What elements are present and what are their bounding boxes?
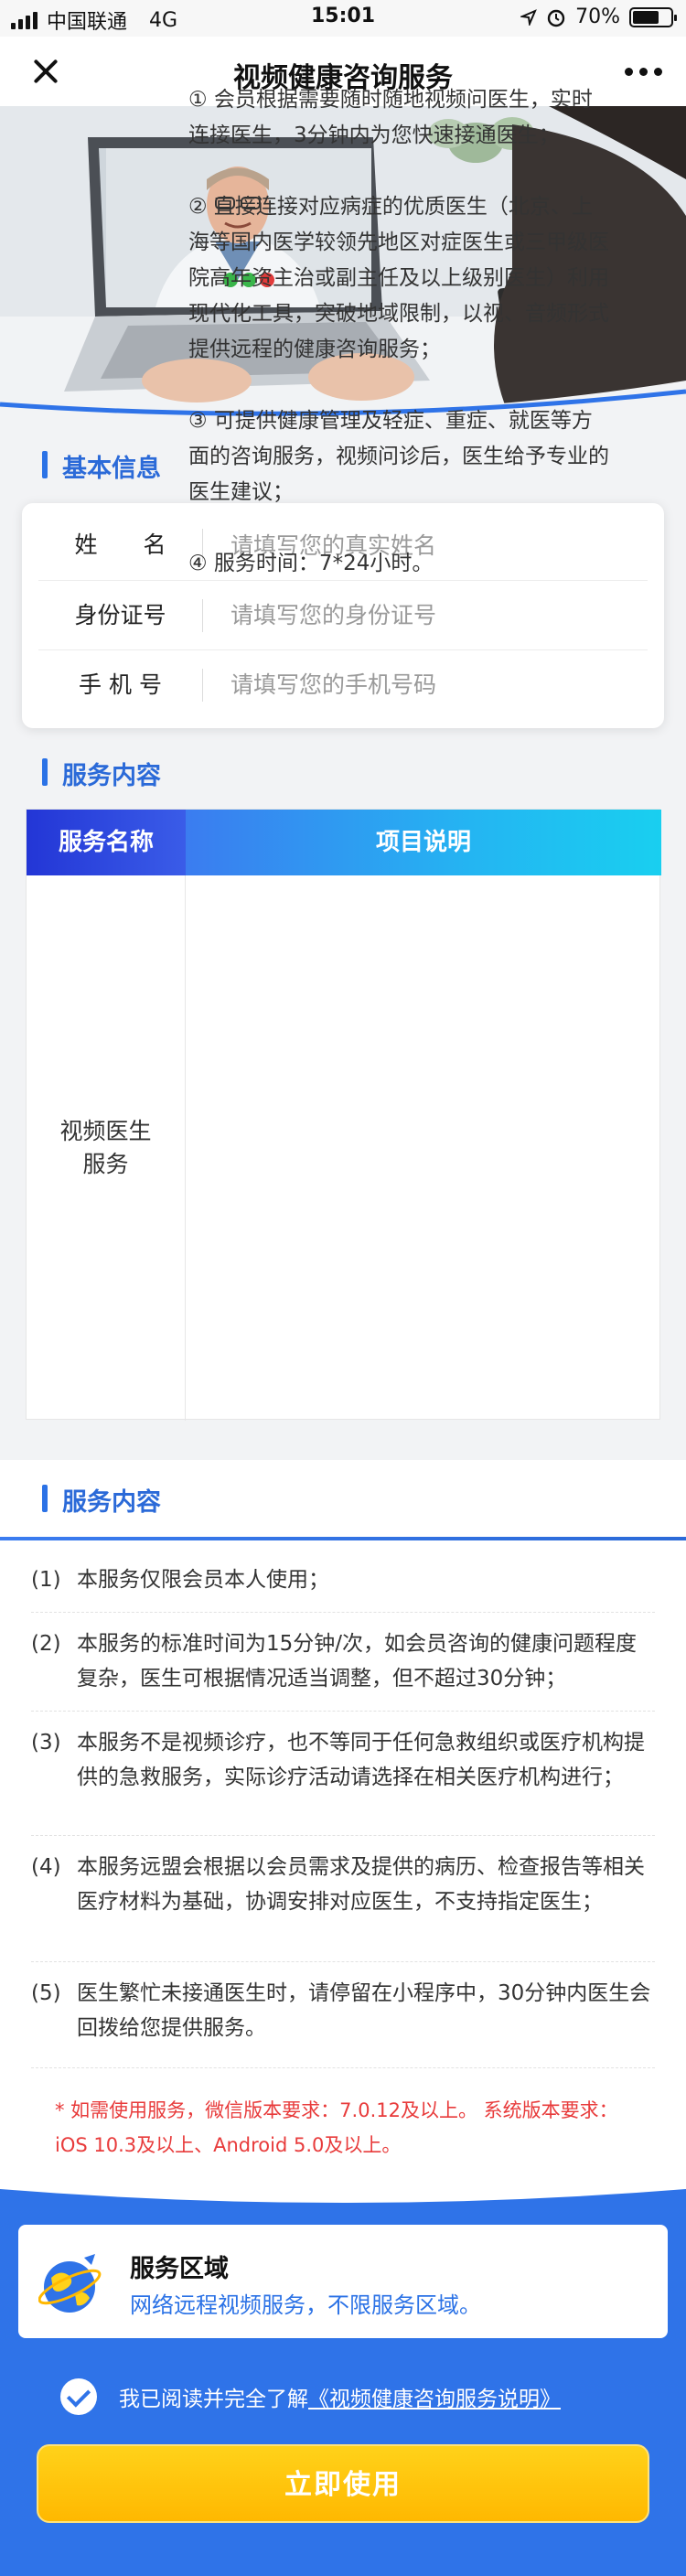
note-divider <box>31 1835 655 1836</box>
notes-divider <box>0 1537 686 1540</box>
note-divider <box>31 1612 655 1613</box>
service-table-header: 服务名称 项目说明 <box>27 810 661 875</box>
note-divider <box>31 2067 655 2068</box>
location-icon <box>520 8 537 26</box>
service-table: 服务名称 项目说明 视频医生 服务 <box>26 809 661 1421</box>
use-now-button[interactable]: 立即使用 <box>37 2444 649 2523</box>
note-text: 医生繁忙未接通医生时，请停留在小程序中，30分钟内医生会回拨给您提供服务。 <box>77 1981 651 2040</box>
note-divider <box>31 1961 655 1962</box>
note-item: (3) 本服务不是视频诊疗，也不等同于任何急救组织或医疗机构提供的急救服务，实际… <box>31 1725 655 1795</box>
note-text: 本服务仅限会员本人使用； <box>77 1568 329 1592</box>
note-number: (5) <box>31 1981 61 2005</box>
note-item: (5) 医生繁忙未接通医生时，请停留在小程序中，30分钟内医生会回拨给您提供服务… <box>31 1976 655 2045</box>
service-description: ① 会员根据需要随时随地视频问医生，实时连接医生，3分钟内为您快速接通医生； ②… <box>188 82 611 617</box>
notes-title: 服务内容 <box>42 1482 161 1518</box>
service-name-line: 服务 <box>82 1151 129 1177</box>
service-item: ② 直接连接对应病症的优质医生（北京、上海等国内医学较领先地区对症医生或三甲级医… <box>188 195 609 361</box>
wave-decoration <box>0 2180 686 2203</box>
phone-row: 手 机 号 <box>38 649 648 719</box>
service-name-cell: 视频医生 服务 <box>27 875 186 1421</box>
note-text: 本服务的标准时间为15分钟/次，如会员咨询的健康问题程度复杂，医生可根据情况适当… <box>77 1632 638 1690</box>
note-number: (2) <box>31 1632 61 1656</box>
note-text: 本服务远盟会根据以会员需求及提供的病历、检查报告等相关医疗材料为基础，协调安排对… <box>77 1855 645 1914</box>
note-item: (4) 本服务远盟会根据以会员需求及提供的病历、检查报告等相关医疗材料为基础，协… <box>31 1850 655 1919</box>
phone-label: 手 机 号 <box>38 668 203 702</box>
note-number: (3) <box>31 1731 61 1755</box>
basic-info-title: 基本信息 <box>42 448 161 484</box>
service-name-line: 视频医生 <box>59 1118 152 1144</box>
battery-percent: 70% <box>575 5 620 28</box>
status-right: 70% <box>520 5 677 28</box>
region-title: 服务区域 <box>130 2255 229 2283</box>
battery-fill <box>633 10 659 24</box>
alarm-icon <box>547 9 565 27</box>
service-content-title: 服务内容 <box>42 756 161 791</box>
status-bar: 中国联通 4G 15:01 70% <box>0 0 686 37</box>
note-number: (1) <box>31 1568 61 1592</box>
header-description: 项目说明 <box>186 810 661 875</box>
header-service-name: 服务名称 <box>27 810 186 875</box>
phone-input[interactable] <box>230 671 633 698</box>
service-region-card: 服务区域 网络远程视频服务，不限服务区域。 <box>18 2225 668 2338</box>
globe-icon <box>38 2254 102 2313</box>
agreement-checkbox[interactable] <box>60 2378 97 2415</box>
more-icon[interactable] <box>625 68 662 76</box>
note-divider <box>31 1711 655 1712</box>
service-item: ③ 可提供健康管理及轻症、重症、就医等方面的咨询服务，视频问诊后，医生给予专业的… <box>188 409 609 504</box>
note-number: (4) <box>31 1855 61 1879</box>
name-label: 姓 名 <box>38 529 203 562</box>
service-item: ① 会员根据需要随时随地视频问医生，实时连接医生，3分钟内为您快速接通医生； <box>188 88 593 147</box>
note-item: (2) 本服务的标准时间为15分钟/次，如会员咨询的健康问题程度复杂，医生可根据… <box>31 1626 655 1696</box>
note-text: 本服务不是视频诊疗，也不等同于任何急救组织或医疗机构提供的急救服务，实际诊疗活动… <box>77 1731 645 1789</box>
close-icon[interactable] <box>27 53 64 90</box>
service-item: ④ 服务时间：7*24小时。 <box>188 552 434 575</box>
agreement-link[interactable]: 《视频健康咨询服务说明》 <box>308 2381 561 2412</box>
version-warning: * 如需使用服务，微信版本要求：7.0.12及以上。 系统版本要求：iOS 10… <box>55 2099 618 2156</box>
agreement-row: 我已阅读并完全了解 《视频健康咨询服务说明》 <box>60 2378 561 2415</box>
battery-icon <box>629 6 677 27</box>
note-item: (1) 本服务仅限会员本人使用； <box>31 1562 655 1597</box>
agreement-text: 我已阅读并完全了解 <box>119 2388 308 2411</box>
region-desc: 网络远程视频服务，不限服务区域。 <box>130 2292 481 2318</box>
id-label: 身份证号 <box>38 598 203 632</box>
